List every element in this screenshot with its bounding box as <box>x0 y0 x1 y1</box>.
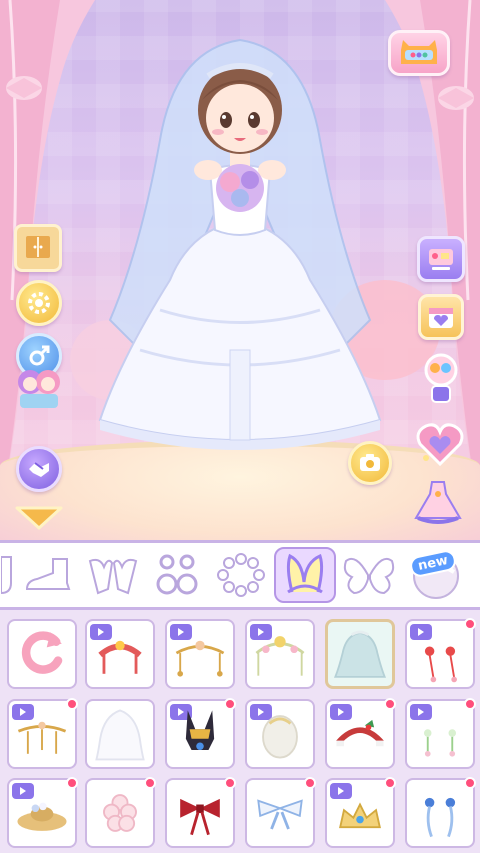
socks-icon <box>1 556 12 595</box>
friends-button[interactable] <box>16 446 62 492</box>
dress-preset-icon <box>414 481 462 524</box>
headwear-item[interactable] <box>245 699 315 769</box>
reset-item-button[interactable] <box>7 619 77 689</box>
camera-icon <box>360 454 380 471</box>
headwear-item[interactable] <box>405 618 476 689</box>
item-grid <box>0 610 480 853</box>
wings-icon <box>343 557 395 595</box>
gloves-icon <box>88 558 138 595</box>
headwear-item[interactable] <box>85 777 156 848</box>
necklace-icon <box>217 553 265 597</box>
red-bow-icon <box>180 798 220 836</box>
category-bar <box>0 540 480 610</box>
blue-ribbon-pins-icon <box>424 797 456 838</box>
headband-ears-icon <box>286 553 324 594</box>
headwear-item[interactable] <box>405 777 476 848</box>
headwear-item[interactable] <box>7 698 78 769</box>
dress-up-stage <box>0 0 480 540</box>
camera-button[interactable] <box>348 441 392 485</box>
bridal-veil-icon <box>333 630 387 678</box>
headwear-item[interactable] <box>245 619 315 689</box>
tv-shop-icon <box>429 249 453 270</box>
earrings-icon <box>156 554 198 595</box>
headwear-item-selected[interactable] <box>325 619 395 689</box>
characters-button[interactable] <box>14 362 64 412</box>
tv-shop-button[interactable] <box>417 236 465 282</box>
flower-clip-icon <box>103 794 137 832</box>
tab-shoes[interactable] <box>18 547 80 603</box>
flower-pins-icon <box>423 729 457 757</box>
tab-socks[interactable] <box>0 547 16 603</box>
headwear-item[interactable] <box>325 698 396 769</box>
heart-box-icon <box>416 423 464 467</box>
headwear-item[interactable] <box>85 699 155 769</box>
tab-necklaces[interactable] <box>210 547 272 603</box>
headwear-item[interactable] <box>165 777 236 848</box>
anubis-headdress-icon <box>185 710 215 751</box>
white-hood-icon <box>262 715 298 759</box>
headwear-item[interactable] <box>325 777 396 848</box>
straw-hat-icon <box>17 802 67 831</box>
white-veil-icon <box>95 709 145 761</box>
characters-icon <box>18 370 60 408</box>
reset-icon <box>21 631 63 674</box>
handshake-icon <box>29 462 49 477</box>
headwear-item[interactable] <box>85 619 155 689</box>
red-hairpin-icon <box>424 646 457 683</box>
headwear-item[interactable] <box>405 698 476 769</box>
wardrobe-button[interactable] <box>14 224 62 272</box>
gift-shop-icon <box>424 353 458 403</box>
tab-headwear[interactable] <box>274 547 336 603</box>
dress-preset-button[interactable] <box>410 478 466 526</box>
gift-shop-button[interactable] <box>418 352 464 408</box>
calendar-heart-icon <box>429 308 453 328</box>
pearl-chain-icon <box>17 721 67 754</box>
gold-crown-icon <box>339 802 381 829</box>
flower-tiara-icon <box>255 636 305 676</box>
headwear-item[interactable] <box>7 777 78 848</box>
wardrobe-icon <box>26 236 50 258</box>
heart-box-button[interactable] <box>414 418 466 468</box>
tab-wings[interactable] <box>338 547 400 603</box>
game-console-icon <box>401 40 437 64</box>
gold-tiara-chain-icon <box>175 640 225 677</box>
settings-button[interactable] <box>16 280 62 326</box>
gear-icon <box>28 292 50 314</box>
bride-character <box>98 38 382 450</box>
collapse-arrow-icon[interactable] <box>14 505 64 531</box>
headwear-item[interactable] <box>165 619 235 689</box>
game-console-button[interactable] <box>388 30 450 76</box>
tab-earrings[interactable] <box>146 547 208 603</box>
headwear-item[interactable] <box>165 698 236 769</box>
holly-headband-icon <box>336 719 384 747</box>
calendar-button[interactable] <box>418 294 464 340</box>
red-crown-icon <box>98 640 142 674</box>
shoe-icon <box>25 558 71 590</box>
blue-bow-icon <box>257 799 303 830</box>
headwear-item[interactable] <box>245 777 316 848</box>
tab-gloves[interactable] <box>82 547 144 603</box>
